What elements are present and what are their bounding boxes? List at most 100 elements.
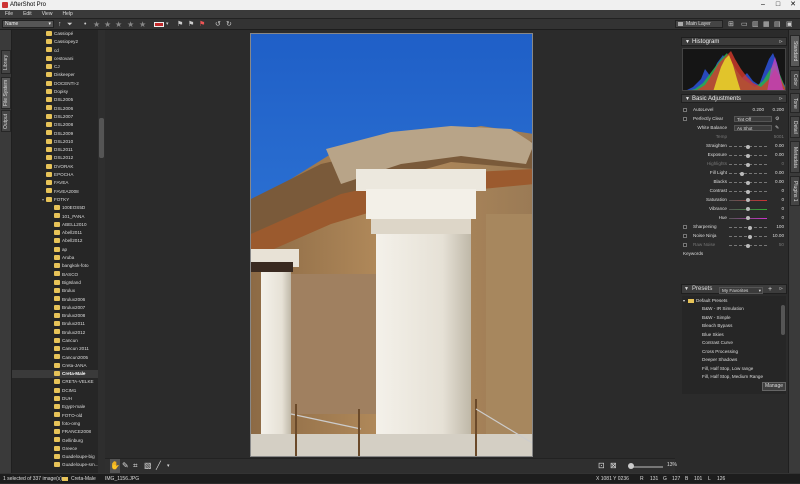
tree-folder-item[interactable]: DCIM1 xyxy=(12,387,105,395)
noise-ninja-slider-knob[interactable] xyxy=(747,235,752,239)
tree-folder-item[interactable]: Brulux xyxy=(12,287,105,295)
redeye-tool-icon[interactable]: ╱ xyxy=(156,459,161,473)
tree-folder-item[interactable]: Cassiopey2 xyxy=(12,38,105,46)
add-layer-icon[interactable]: ⊞ xyxy=(728,19,734,30)
tree-folder-item[interactable]: DSL2006 xyxy=(12,105,105,113)
tree-folder-item[interactable]: DSL2009 xyxy=(12,130,105,138)
tab-metadata[interactable]: Metadata xyxy=(790,141,800,173)
tree-folder-item[interactable]: ABELL2010 xyxy=(12,221,105,229)
menu-help[interactable]: Help xyxy=(57,10,77,19)
preset-item[interactable]: Blue Skies xyxy=(682,331,780,339)
perfectly-clear-select[interactable]: Tint Off xyxy=(734,116,772,122)
chevron-down-icon[interactable]: ▾ xyxy=(166,19,169,30)
tab-color[interactable]: Color xyxy=(790,70,800,90)
flag-reject-icon[interactable]: ⚑ xyxy=(199,19,205,30)
preset-item[interactable]: B&W - Simple xyxy=(682,314,780,322)
fill-light-slider[interactable] xyxy=(729,172,767,176)
tree-folder-item[interactable]: 100EOS5D xyxy=(12,204,105,212)
settings-icon[interactable]: ⚙ xyxy=(775,115,779,124)
contrast-slider[interactable] xyxy=(729,190,767,194)
tree-folder-item[interactable]: Cassiopé xyxy=(12,30,105,38)
rating-star-3-icon[interactable]: ★ xyxy=(115,19,122,30)
noise-ninja-slider[interactable] xyxy=(729,235,767,239)
tree-folder-item[interactable]: Abell2012 xyxy=(12,237,105,245)
raw-noise-checkbox[interactable] xyxy=(683,243,687,247)
tree-folder-item[interactable]: Brulux2012 xyxy=(12,329,105,337)
flag-icon[interactable]: ⚑ xyxy=(188,19,194,30)
tree-folder-item[interactable]: Diskeeper xyxy=(12,71,105,79)
tree-folder-item[interactable]: Brulux2011 xyxy=(12,320,105,328)
sharpening-slider-knob[interactable] xyxy=(747,226,752,230)
tree-folder-item[interactable]: CRETA-VELKE xyxy=(12,378,105,386)
saturation-slider[interactable] xyxy=(729,198,767,202)
preset-item[interactable]: Contrast Curve xyxy=(682,339,780,347)
tree-folder-item[interactable]: DSL2007 xyxy=(12,113,105,121)
raw-noise-slider[interactable] xyxy=(729,244,767,248)
preset-scrollbar[interactable] xyxy=(781,305,785,335)
preset-folder-default[interactable]: ▾ Default Presets xyxy=(682,297,780,305)
brush-tool-icon[interactable]: ✎ xyxy=(122,459,129,473)
blacks-slider[interactable] xyxy=(729,181,767,185)
rating-clear-icon[interactable]: • xyxy=(84,19,86,30)
tree-folder-item[interactable]: FAVEA xyxy=(12,179,105,187)
menu-view[interactable]: View xyxy=(37,10,58,19)
preset-folder-select[interactable]: My Favorites ▾ xyxy=(719,287,763,294)
perfectly-clear-checkbox[interactable] xyxy=(683,117,687,121)
rotate-left-icon[interactable]: ↺ xyxy=(215,19,221,30)
tree-folder-item[interactable]: Brulux2007 xyxy=(12,304,105,312)
hue-value[interactable]: 0 xyxy=(764,214,784,223)
preset-item[interactable]: B&W - IR Simulation xyxy=(682,305,780,313)
fill-light-slider-knob[interactable] xyxy=(740,172,745,176)
close-button[interactable]: ✕ xyxy=(786,0,800,10)
saturation-value[interactable]: 0 xyxy=(764,196,784,205)
noise-ninja-value[interactable]: 10.00 xyxy=(764,232,785,241)
fit-icon[interactable]: ⊡ xyxy=(598,459,605,473)
histogram-header[interactable]: ▼ Histogram ⊳ xyxy=(681,37,787,46)
fill-light-value[interactable]: 0.00 xyxy=(764,169,784,178)
rating-star-5-icon[interactable]: ★ xyxy=(139,19,146,30)
tree-folder-item[interactable]: Creta-Male xyxy=(12,370,105,379)
hand-tool-icon[interactable]: ✋ xyxy=(110,459,120,473)
view-compare-icon[interactable]: ▥ xyxy=(752,19,759,30)
straighten-tool-icon[interactable]: ▧ xyxy=(144,459,152,473)
blacks-value[interactable]: 0.00 xyxy=(764,178,784,187)
chevron-down-icon[interactable]: ▾ xyxy=(167,459,170,473)
actual-size-icon[interactable]: ⊠ xyxy=(610,459,617,473)
tree-folder-item[interactable]: foto-omg xyxy=(12,420,105,428)
manage-button[interactable]: Manage xyxy=(762,382,786,391)
autolevel-checkbox[interactable] xyxy=(683,108,687,112)
tree-folder-item[interactable]: Guadeloupe-sm... xyxy=(12,461,105,469)
tree-folder-item[interactable]: Cancun2005 xyxy=(12,354,105,362)
tree-folder-item[interactable]: DUH xyxy=(12,395,105,403)
tree-folder-item[interactable]: BASCO xyxy=(12,271,105,279)
preset-item[interactable]: Fill, Half Stop, Medium Range xyxy=(682,373,780,381)
layer-select[interactable]: Main Layer xyxy=(675,20,723,28)
noise-ninja-checkbox[interactable] xyxy=(683,234,687,238)
temp-value[interactable]: 5001 xyxy=(764,133,784,142)
tree-scrollbar[interactable] xyxy=(98,30,105,473)
white-balance-select[interactable]: As Shot xyxy=(734,125,772,131)
menu-edit[interactable]: Edit xyxy=(18,10,37,19)
vibrance-value[interactable]: 0 xyxy=(764,205,784,214)
tree-folder-item[interactable]: DOCENTI-2 xyxy=(12,80,105,88)
tree-scrollbar-thumb[interactable] xyxy=(99,118,104,158)
tree-folder-item[interactable]: Cancun xyxy=(12,337,105,345)
preset-item[interactable]: Deeper Shadows xyxy=(682,356,780,364)
sharpening-slider[interactable] xyxy=(729,226,767,230)
pin-icon[interactable]: ⊳ xyxy=(779,285,783,294)
menu-file[interactable]: File xyxy=(0,10,18,19)
straighten-slider-knob[interactable] xyxy=(746,145,750,149)
tree-folder-item[interactable]: 101_PANA xyxy=(12,213,105,221)
color-label-icon[interactable] xyxy=(154,22,164,27)
pin-icon[interactable]: ⊳ xyxy=(779,95,783,103)
exposure-value[interactable]: 0.00 xyxy=(764,151,784,160)
view-filmstrip-icon[interactable]: ▤ xyxy=(774,19,781,30)
hue-slider-knob[interactable] xyxy=(746,216,750,220)
tree-folder-item[interactable]: CJ xyxy=(12,63,105,71)
contrast-slider-knob[interactable] xyxy=(746,190,750,194)
exposure-slider-knob[interactable] xyxy=(746,154,750,158)
zoom-slider[interactable] xyxy=(630,466,663,468)
tree-folder-item[interactable]: Greece xyxy=(12,445,105,453)
tree-folder-item[interactable]: ▾ FOTKY xyxy=(12,196,105,204)
minimize-button[interactable]: – xyxy=(756,0,770,10)
